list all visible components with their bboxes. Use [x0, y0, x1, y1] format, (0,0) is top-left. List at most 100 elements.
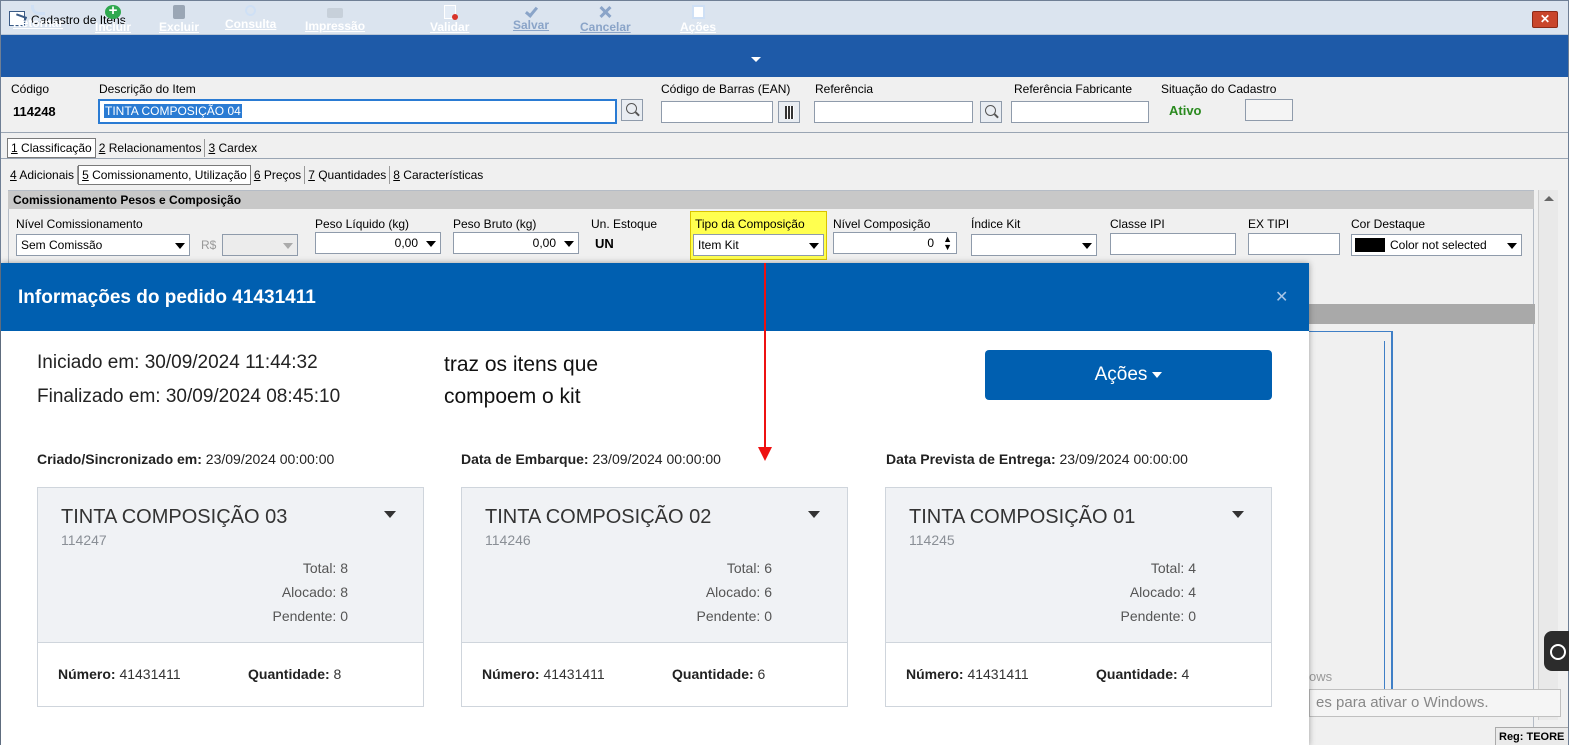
numero-value: 41431411 — [115, 666, 181, 682]
impressao-button[interactable]: Impressão — [305, 5, 365, 39]
tab-caracteristicas[interactable]: 8 Características — [390, 166, 486, 184]
caret-down-icon[interactable] — [384, 511, 396, 518]
item-code: 114247 — [61, 532, 107, 548]
tab-key: 5 — [82, 168, 89, 182]
classe-ipi-input[interactable] — [1110, 233, 1236, 255]
validar-button[interactable]: Validar — [430, 5, 469, 39]
kit-item-card: TINTA COMPOSIÇÃO 02 114246 Total: 6 Aloc… — [461, 487, 848, 707]
toolbar — [1, 35, 1568, 77]
descricao-search-icon[interactable] — [621, 99, 643, 121]
numero-value: 41431411 — [963, 666, 1029, 682]
tab-label: Adicionais — [16, 168, 75, 182]
tipo-composicao-select[interactable]: Item Kit — [693, 234, 824, 256]
ean-input[interactable] — [661, 101, 773, 123]
kit-item-card: TINTA COMPOSIÇÃO 03 114247 Total: 8 Aloc… — [37, 487, 424, 707]
item-numero: Número: 41431411 — [58, 666, 181, 682]
excluir-label: Excluir — [159, 20, 200, 34]
tab-key: 7 — [308, 168, 315, 182]
acoes-dropdown-button[interactable]: Ações — [985, 350, 1272, 400]
cancelar-button[interactable]: Cancelar — [580, 5, 631, 39]
classe-ipi-label: Classe IPI — [1110, 217, 1165, 231]
chevron-down-icon — [809, 243, 819, 249]
peso-bruto-input[interactable]: 0,00 — [453, 232, 579, 254]
modal-header: Informações do pedido 41431411 ✕ — [1, 263, 1309, 331]
ref-fabricante-input[interactable] — [1011, 101, 1149, 123]
salvar-button[interactable]: Salvar — [513, 4, 549, 39]
back-icon — [31, 5, 45, 15]
item-alocado: Alocado: 4 — [1129, 584, 1196, 600]
peso-bruto-label: Peso Bruto (kg) — [453, 217, 537, 231]
tab-label: Comissionamento, Utilização — [88, 168, 247, 182]
retornar-button[interactable]: Retornar — [13, 5, 63, 39]
card-header: TINTA COMPOSIÇÃO 02 114246 Total: 6 Aloc… — [462, 488, 847, 643]
side-panel-icon[interactable] — [1544, 631, 1569, 671]
item-code: 114246 — [485, 532, 531, 548]
numero-label: Número: — [906, 666, 964, 682]
close-window-button[interactable]: ✕ — [1532, 11, 1558, 28]
chevron-down-icon — [426, 241, 436, 247]
item-numero: Número: 41431411 — [482, 666, 605, 682]
chevron-down-icon — [1082, 243, 1092, 249]
caret-down-icon[interactable] — [808, 511, 820, 518]
tab-label: Relacionamentos — [105, 141, 202, 155]
item-name: TINTA COMPOSIÇÃO 01 — [909, 506, 1136, 528]
pedido-info-modal: Informações do pedido 41431411 ✕ Iniciad… — [1, 263, 1309, 745]
situacao-edit-icon[interactable] — [1245, 99, 1293, 121]
windows-watermark: ows — [1309, 669, 1333, 684]
tab-precos[interactable]: 6 Preços — [251, 166, 306, 184]
incluir-button[interactable]: Incluir — [95, 2, 132, 39]
excluir-button[interactable]: Excluir — [159, 5, 199, 39]
finalizado-em: Finalizado em: 30/09/2024 08:45:10 — [37, 386, 341, 407]
acoes-toolbar-button[interactable]: Ações — [680, 5, 716, 39]
scroll-up-icon[interactable] — [1544, 196, 1554, 201]
item-alocado: Alocado: 6 — [705, 584, 772, 600]
rs-select[interactable] — [222, 234, 298, 256]
main-window: Cadastro de Itens ✕ Retornar Incluir Exc… — [0, 0, 1569, 745]
card-header: TINTA COMPOSIÇÃO 03 114247 Total: 8 Aloc… — [38, 488, 423, 643]
codigo-label: Código — [11, 82, 50, 96]
kit-item-card: TINTA COMPOSIÇÃO 01 114245 Total: 4 Aloc… — [885, 487, 1272, 707]
embarque-value: 23/09/2024 00:00:00 — [588, 451, 721, 467]
grid-header-strip — [1309, 304, 1535, 324]
windows-activate-notice: es para ativar o Windows. — [1309, 689, 1561, 717]
caret-down-icon[interactable] — [1232, 511, 1244, 518]
tab-comissionamento[interactable]: 5 Comissionamento, Utilização — [78, 165, 251, 185]
consulta-label: Consulta — [225, 17, 277, 31]
entrega-label: Data Prevista de Entrega: — [886, 451, 1056, 467]
item-total: Total: 4 — [1150, 560, 1196, 576]
chevron-down-icon[interactable] — [751, 57, 761, 62]
referencia-input[interactable] — [814, 101, 973, 123]
color-swatch — [1355, 238, 1385, 252]
cor-destaque-select[interactable]: Color not selected — [1351, 234, 1522, 256]
tab-label: Preços — [260, 168, 302, 182]
tab-classificacao[interactable]: 1 Classificação — [7, 138, 96, 158]
consulta-button[interactable]: Consulta — [225, 5, 276, 39]
nivel-comissionamento-select[interactable]: Sem Comissão — [16, 234, 190, 256]
descricao-input[interactable]: TINTA COMPOSIÇÃO 04 — [98, 99, 617, 124]
peso-liquido-input[interactable]: 0,00 — [315, 232, 441, 254]
indice-kit-select[interactable] — [971, 234, 1097, 256]
item-name: TINTA COMPOSIÇÃO 03 — [61, 506, 288, 528]
indice-kit-label: Índice Kit — [971, 217, 1021, 231]
nivel-comissionamento-value: Sem Comissão — [21, 238, 103, 252]
card-header: TINTA COMPOSIÇÃO 01 114245 Total: 4 Aloc… — [886, 488, 1271, 643]
validar-label: Validar — [430, 20, 470, 34]
incluir-label: Incluir — [95, 20, 132, 34]
nivel-composicao-stepper[interactable]: 0 ▲ ▼ — [833, 232, 957, 254]
tab-adicionais[interactable]: 4 Adicionais — [7, 166, 79, 184]
ex-tipi-label: EX TIPI — [1248, 217, 1290, 231]
data-prevista-entrega: Data Prevista de Entrega: 23/09/2024 00:… — [886, 451, 1188, 467]
barcode-icon[interactable] — [778, 101, 800, 123]
tab-quantidades[interactable]: 7 Quantidades — [305, 166, 391, 184]
tabs-row-2: 4 Adicionais 5 Comissionamento, Utilizaçã… — [7, 165, 486, 185]
referencia-search-icon[interactable] — [980, 101, 1002, 123]
close-icon[interactable]: ✕ — [1275, 287, 1288, 307]
tab-cardex[interactable]: 3 Cardex — [205, 139, 260, 157]
item-pendente: Pendente: 0 — [272, 608, 348, 624]
ref-fabricante-label: Referência Fabricante — [1014, 82, 1133, 96]
tab-relacionamentos[interactable]: 2 Relacionamentos — [96, 139, 206, 157]
spinner-icon[interactable]: ▲ ▼ — [943, 235, 952, 252]
quantidade-value: 4 — [1177, 666, 1190, 682]
ex-tipi-input[interactable] — [1248, 233, 1340, 255]
item-pendente: Pendente: 0 — [1120, 608, 1196, 624]
